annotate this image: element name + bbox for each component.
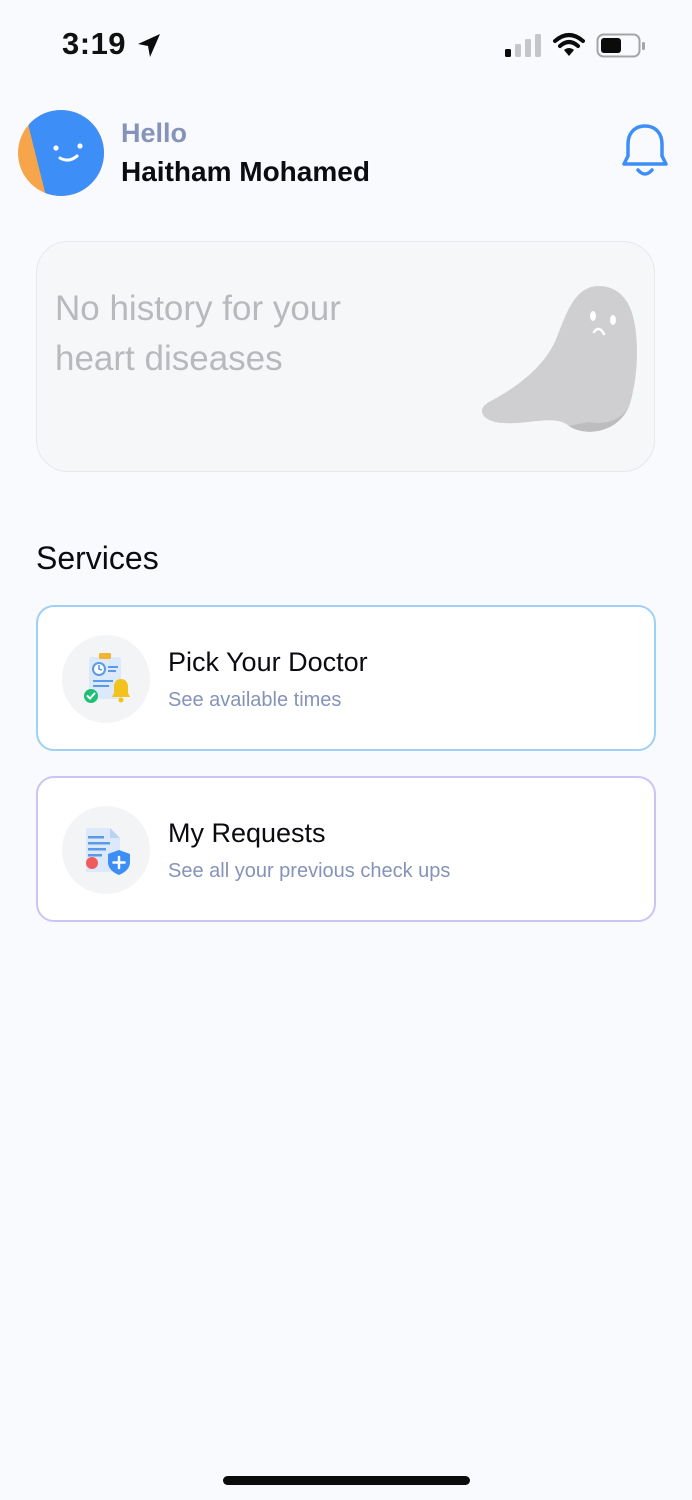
requests-icon-container <box>62 806 150 894</box>
pick-doctor-title: Pick Your Doctor <box>168 647 368 677</box>
battery-icon <box>596 33 645 58</box>
no-history-message: No history for your heart diseases <box>55 289 341 378</box>
avatar[interactable] <box>18 110 104 196</box>
pick-doctor-subtitle: See available times <box>168 689 342 711</box>
location-arrow-icon <box>138 34 160 57</box>
cellular-signal-icon <box>505 34 541 57</box>
greeting-label: Hello <box>121 118 188 148</box>
history-card: No history for your heart diseases <box>36 241 655 472</box>
wifi-icon <box>553 33 585 56</box>
status-time: 3:19 <box>62 26 127 61</box>
doctor-icon-container <box>62 635 150 723</box>
doctor-schedule-icon <box>84 653 130 703</box>
my-requests-subtitle: See all your previous check ups <box>168 860 451 882</box>
my-requests-title: My Requests <box>168 818 326 848</box>
requests-document-icon <box>86 828 130 875</box>
ghost-illustration <box>481 286 637 432</box>
my-requests-card[interactable]: My Requests See all your previous check … <box>36 776 656 922</box>
user-name: Haitham Mohamed <box>121 156 370 187</box>
home-indicator[interactable] <box>223 1476 470 1485</box>
bell-icon[interactable] <box>620 122 670 182</box>
services-title: Services <box>36 540 159 576</box>
header: Hello Haitham Mohamed <box>0 108 692 200</box>
status-bar: 3:19 <box>0 0 692 92</box>
pick-doctor-card[interactable]: Pick Your Doctor See available times <box>36 605 656 751</box>
